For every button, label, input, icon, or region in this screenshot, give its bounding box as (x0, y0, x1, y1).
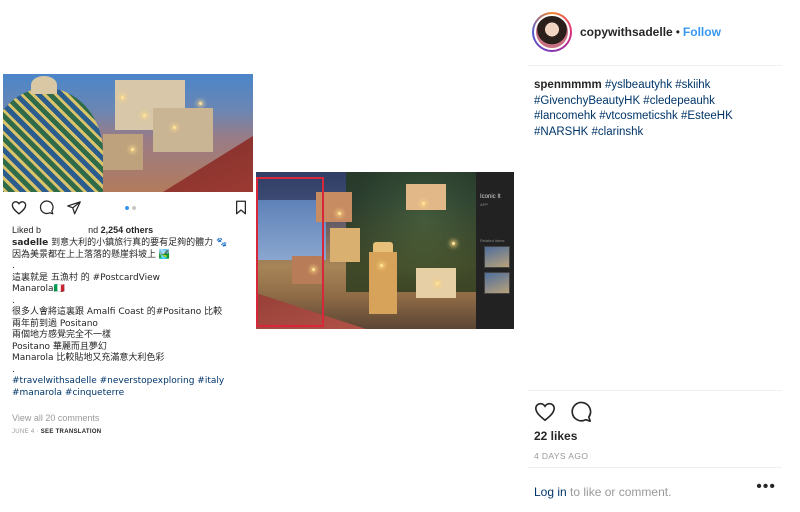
light (422, 202, 425, 205)
caption-line: 兩個地方感覺完全不一樣 (12, 330, 112, 340)
caption-line: Manarola 比較貼地又充滿意大利色彩 (12, 353, 165, 363)
post-media-area: Liked b nd 2,254 others sadelle 到意大利的小鎮旅… (0, 0, 528, 512)
light (338, 212, 341, 215)
light (380, 264, 383, 267)
comment-icon[interactable] (570, 401, 592, 425)
follow-button[interactable]: Follow (683, 25, 721, 39)
login-link[interactable]: Log in (534, 485, 567, 499)
post-date-line: JUNE 4 · SEE TRANSLATION (12, 429, 101, 435)
caption-hashtags[interactable]: #travelwithsadelle #neverstopexploring #… (12, 376, 250, 388)
house (330, 228, 360, 262)
caption-line: Manarola (12, 284, 54, 294)
share-icon[interactable] (66, 200, 82, 220)
building (153, 108, 213, 152)
selection-highlight (256, 177, 324, 327)
overlay-side-panel: Iconic It APP Related ideas (476, 172, 514, 329)
dome-lantern (31, 76, 57, 94)
manarola-photo[interactable]: Iconic It APP Related ideas (256, 172, 514, 329)
heart-icon[interactable] (534, 401, 556, 425)
liked-by-line: Liked b nd 2,254 others (12, 225, 153, 235)
avatar-story-ring[interactable] (532, 12, 572, 52)
heart-icon[interactable] (11, 200, 27, 220)
post-sidebar: copywithsadelle • Follow spenmmmm #yslbeau… (528, 0, 800, 512)
light (452, 242, 455, 245)
embedded-action-bar (3, 192, 253, 222)
post-date: JUNE 4 · (12, 429, 41, 435)
light (143, 114, 146, 117)
light (121, 96, 124, 99)
comment: spenmmmm #yslbeautyhk #skiihk #GivenchyB… (534, 78, 774, 140)
login-prompt-text: to like or comment. (566, 485, 672, 499)
post-header: copywithsadelle • Follow (528, 0, 782, 66)
login-prompt-bar: Log in to like or comment. ••• (528, 467, 782, 511)
liked-prefix: Liked b (12, 225, 42, 235)
username-row: copywithsadelle • Follow (580, 25, 721, 39)
caption-line: Positano 華麗而且夢幻 (12, 341, 107, 352)
house (406, 184, 446, 210)
panel-thumbnail[interactable] (484, 246, 510, 268)
username-link[interactable]: copywithsadelle (580, 25, 673, 39)
bookmark-icon[interactable] (235, 200, 247, 220)
caption: sadelle 到意大利的小鎮旅行真的要有足夠的體力 🐾 因為美景都在上上落落的… (12, 238, 250, 399)
caption-hashtags[interactable]: #manarola #cinqueterre (12, 388, 250, 400)
avatar (534, 14, 570, 50)
majolica-dome (3, 88, 103, 192)
liked-and: nd (88, 225, 99, 235)
login-prompt: Log in to like or comment. (534, 485, 671, 499)
caption-line: . (12, 261, 15, 271)
light (131, 148, 134, 151)
caption-line: 因為美景都在上上落落的懸崖斜坡上 (12, 249, 157, 260)
post-footer: 22 likes 4 DAYS AGO Log in to like or co… (528, 390, 782, 499)
positano-photo[interactable] (3, 74, 253, 192)
light (199, 102, 202, 105)
caption-line: 兩年前到過 Positano (12, 318, 98, 329)
caption-line: 到意大利的小鎮旅行真的要有足夠的體力 (48, 238, 214, 248)
light (173, 126, 176, 129)
likes-count[interactable]: 22 likes (534, 429, 577, 443)
caption-username[interactable]: sadelle (12, 238, 48, 248)
comment-username[interactable]: spenmmmm (534, 79, 602, 91)
post-time-ago: 4 DAYS AGO (534, 451, 589, 461)
caption-line: . (12, 295, 15, 306)
light (436, 282, 439, 285)
more-options-icon[interactable]: ••• (756, 478, 776, 496)
carousel-dots (125, 206, 136, 210)
comment-icon[interactable] (39, 200, 54, 220)
panel-thumbnail[interactable] (484, 272, 510, 294)
caption-line: . (12, 364, 15, 375)
panel-title: Iconic It (480, 194, 501, 200)
bell-tower (369, 252, 397, 314)
embedded-post-card: Liked b nd 2,254 others sadelle 到意大利的小鎮旅… (3, 192, 253, 442)
separator-dot: • (675, 25, 680, 39)
panel-subtitle: APP (480, 202, 489, 207)
footer-action-bar (534, 401, 592, 425)
view-all-comments-link[interactable]: View all 20 comments (12, 413, 99, 423)
building (103, 134, 143, 170)
liked-count[interactable]: 2,254 others (101, 225, 154, 235)
panel-label: Related ideas (480, 238, 505, 243)
caption-line: 很多人會將這裏跟 Amalfi Coast 的#Positano 比較 (12, 307, 223, 317)
see-translation-link[interactable]: SEE TRANSLATION (41, 429, 102, 435)
caption-line: 這裏就是 五漁村 的 #PostcardView (12, 272, 161, 283)
